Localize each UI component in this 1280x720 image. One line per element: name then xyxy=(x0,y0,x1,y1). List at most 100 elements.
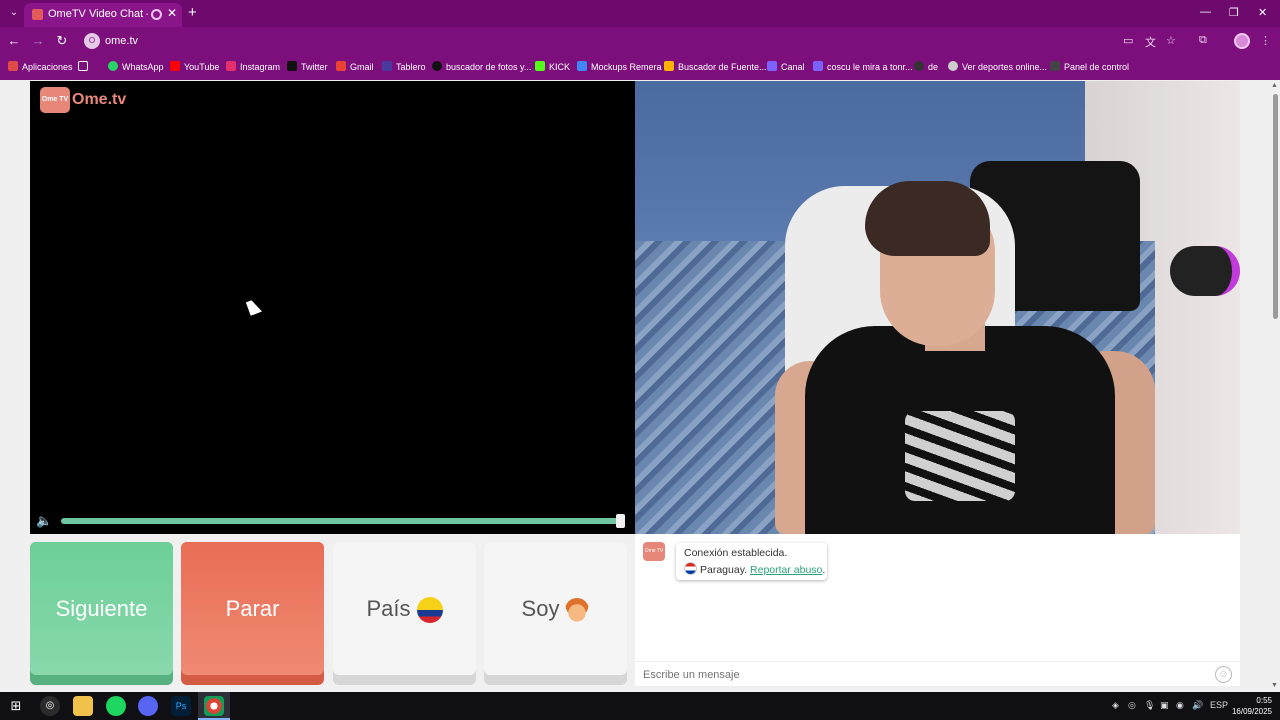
browser-toolbar: ← → ↻ O ome.tv ▭ 文 ☆ ⧉ ⋮ xyxy=(0,27,1280,56)
menu-icon[interactable]: ⋮ xyxy=(1260,34,1271,47)
volume-icon[interactable]: 🔈 xyxy=(36,513,52,529)
steam-tray-icon[interactable]: ◎ xyxy=(1128,700,1136,711)
scroll-up-icon[interactable]: ▲ xyxy=(1271,82,1278,89)
tab-search-button[interactable]: ⌄ xyxy=(4,4,24,22)
x-twitter-icon xyxy=(287,61,297,71)
reload-button[interactable]: ↻ xyxy=(54,33,70,49)
bookmark-coscu[interactable]: coscu le mira a tonr... xyxy=(813,61,913,72)
video-person-hair xyxy=(865,181,990,256)
tab-active[interactable]: OmeTV Video Chat — Ome ✕ xyxy=(24,3,182,27)
bookmark-kick[interactable]: KICK xyxy=(535,61,570,72)
bookmark-apps[interactable]: Aplicaciones xyxy=(8,61,73,72)
apps-grid-icon xyxy=(8,61,18,71)
ometv-logo[interactable]: Ome TV Ome.tv xyxy=(40,87,126,113)
p-logo-icon xyxy=(432,61,442,71)
report-abuse-link[interactable]: Reportar abuso xyxy=(750,564,822,576)
next-button-label: Siguiente xyxy=(30,542,173,675)
cast-icon[interactable]: ▭ xyxy=(1123,34,1133,47)
clock-date: 16/09/2025 xyxy=(1231,707,1272,716)
network-icon[interactable]: ◉ xyxy=(1176,700,1184,711)
video-shirt-print xyxy=(905,411,1015,501)
volume-slider[interactable] xyxy=(61,518,621,524)
tab-strip: ⌄ OmeTV Video Chat — Ome ✕ + — ❐ ✕ xyxy=(0,0,1280,27)
system-clock[interactable]: 0:55 16/09/2025 xyxy=(1228,695,1272,717)
minimize-button[interactable]: — xyxy=(1200,6,1211,18)
font-icon xyxy=(664,61,674,71)
tray-app-icon[interactable]: ▣ xyxy=(1160,700,1169,711)
profile-avatar[interactable] xyxy=(1234,33,1250,49)
language-indicator[interactable]: ESP xyxy=(1210,700,1228,710)
ometv-favicon-icon xyxy=(32,9,43,20)
site-info-icon[interactable]: O xyxy=(84,33,100,49)
tab-close-icon[interactable]: ✕ xyxy=(167,6,179,20)
windows-start-icon[interactable]: ⊞ xyxy=(6,696,26,716)
logo-text: Ome.tv xyxy=(72,91,127,108)
stop-button[interactable]: Parar xyxy=(181,542,324,685)
bookmark-twitter[interactable]: Twitter xyxy=(287,61,328,72)
c-logo-icon xyxy=(914,61,924,71)
bookmark-canal[interactable]: Canal xyxy=(767,61,805,72)
tv-logo-icon: Ome TV xyxy=(40,87,70,113)
bookmark-instagram[interactable]: Instagram xyxy=(226,61,280,72)
bookmark-tablero[interactable]: Tablero xyxy=(382,61,426,72)
emoji-icon[interactable]: ☺ xyxy=(1215,666,1232,683)
gender-button-face: Soy xyxy=(484,542,627,675)
system-message: Conexión establecida. Paraguay. Reportar… xyxy=(676,543,827,580)
discord-tray-icon[interactable]: ◈ xyxy=(1112,700,1119,711)
country-button-label: País xyxy=(366,596,411,621)
steam-icon[interactable]: ◎ xyxy=(40,696,60,716)
message-input[interactable] xyxy=(643,667,1203,683)
mouse-cursor-icon xyxy=(245,298,263,316)
paraguay-flag-icon xyxy=(684,562,697,575)
tab-title: OmeTV Video Chat — Ome xyxy=(48,8,148,20)
stop-button-label: Parar xyxy=(181,542,324,675)
page-scrollbar[interactable]: ▲ ▼ xyxy=(1270,80,1280,692)
scrollbar-thumb[interactable] xyxy=(1273,94,1278,319)
local-video: Ome TV Ome.tv 🔈 xyxy=(30,81,635,534)
next-button[interactable]: Siguiente xyxy=(30,542,173,685)
close-window-button[interactable]: ✕ xyxy=(1258,6,1267,19)
url-text[interactable]: ome.tv xyxy=(105,35,138,47)
chrome-icon[interactable] xyxy=(204,696,224,716)
clock-time: 0:55 xyxy=(1256,696,1272,705)
extensions-icon[interactable]: ⧉ xyxy=(1199,34,1207,47)
photoshop-icon[interactable]: Ps xyxy=(171,696,191,716)
remote-video xyxy=(635,81,1240,534)
address-bar[interactable]: O ome.tv xyxy=(82,30,1190,54)
bookmark-star-icon[interactable]: ☆ xyxy=(1166,34,1176,47)
bookmark-buscador-fotos[interactable]: buscador de fotos y... xyxy=(432,61,531,72)
forward-button[interactable]: → xyxy=(30,33,46,48)
gender-button[interactable]: Soy xyxy=(484,542,627,685)
drive-icon xyxy=(577,61,587,71)
grid-icon xyxy=(78,61,88,71)
microphone-tray-icon[interactable]: 🎙 xyxy=(1144,700,1155,711)
bookmark-de[interactable]: de xyxy=(914,61,938,72)
chat-panel: Ome TV Conexión establecida. Paraguay. R… xyxy=(635,534,1240,686)
bookmark-ver-deportes[interactable]: Ver deportes online... xyxy=(948,61,1047,72)
new-tab-button[interactable]: + xyxy=(188,4,197,21)
discord-icon[interactable] xyxy=(138,696,158,716)
file-explorer-icon[interactable] xyxy=(73,696,93,716)
bookmark-google-apps[interactable] xyxy=(78,61,92,72)
bookmark-youtube[interactable]: YouTube xyxy=(170,61,219,72)
restore-button[interactable]: ❐ xyxy=(1229,6,1239,19)
bookmark-whatsapp[interactable]: WhatsApp xyxy=(108,61,164,72)
bookmark-buscador-fuentes[interactable]: Buscador de Fuente... xyxy=(664,61,767,72)
whatsapp-icon xyxy=(108,61,118,71)
bookmark-mockups[interactable]: Mockups Remera xyxy=(577,61,662,72)
youtube-icon xyxy=(170,61,180,71)
country-button[interactable]: País xyxy=(333,542,476,685)
recording-indicator-icon xyxy=(151,9,162,20)
bookmark-gmail[interactable]: Gmail xyxy=(336,61,374,72)
colombia-flag-icon xyxy=(416,597,443,624)
speaker-icon[interactable]: 🔊 xyxy=(1192,700,1203,711)
instagram-icon xyxy=(226,61,236,71)
back-button[interactable]: ← xyxy=(6,33,22,48)
volume-slider-handle[interactable] xyxy=(616,514,625,528)
scroll-down-icon[interactable]: ▼ xyxy=(1271,682,1278,689)
translate-icon[interactable]: 文 xyxy=(1145,34,1156,50)
twitch-icon xyxy=(767,61,777,71)
video-microphone xyxy=(1170,246,1240,296)
bookmark-panel-control[interactable]: Panel de control xyxy=(1050,61,1129,72)
spotify-icon[interactable] xyxy=(106,696,126,716)
